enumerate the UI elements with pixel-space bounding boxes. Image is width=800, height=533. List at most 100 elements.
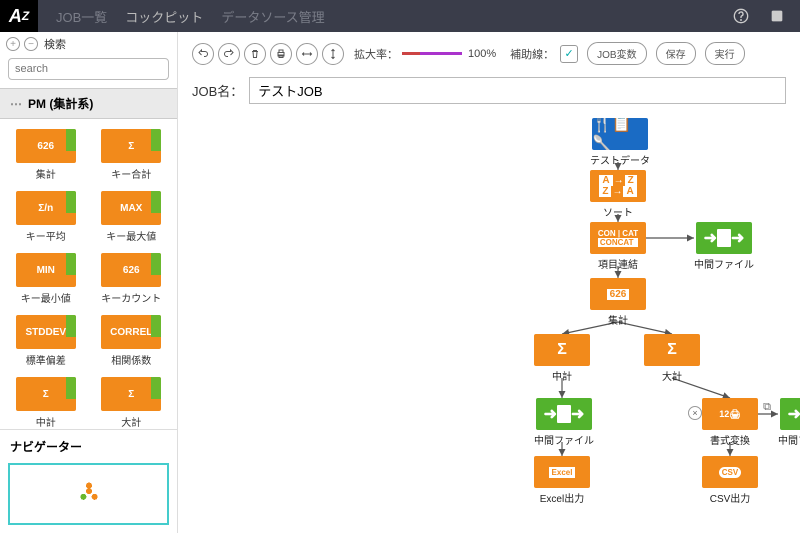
canvas-area: 拡大率： 100% 補助線： ✓ JOB変数 保存 実行 JOB名： × ⧉ 🍴…: [178, 32, 800, 533]
palette-label-0: 集計: [36, 166, 56, 181]
node-delete-icon[interactable]: ×: [688, 406, 702, 420]
navigator-thumbnail[interactable]: [8, 463, 169, 525]
palette-label-5: キーカウント: [101, 290, 161, 305]
palette-item-6[interactable]: STDDEV 標準偏差: [6, 315, 86, 367]
flow-node-icon-inter-3: ➜➜: [780, 398, 800, 430]
flow-node-label-inter-2: 中間ファイル: [534, 432, 594, 447]
collapse-all-button[interactable]: −: [24, 37, 38, 51]
palette-icon-3: MAX: [101, 191, 161, 225]
help-icon[interactable]: [732, 7, 750, 25]
tab-datasource[interactable]: データソース管理: [221, 7, 324, 26]
flow-node-subtotal[interactable]: Σ 中計: [534, 334, 590, 383]
sidebar: + − 検索 PM (集計系) 626 集計 Σ キー合計 Σ/n キー平均 MAX キー最大…: [0, 32, 178, 533]
node-copy-icon[interactable]: ⧉: [760, 400, 774, 414]
palette-item-8[interactable]: Σ 中計: [6, 377, 86, 429]
palette-label-7: 相関係数: [111, 352, 151, 367]
jobname-row: JOB名：: [178, 71, 800, 110]
search-input[interactable]: [8, 58, 169, 80]
fit-width-button[interactable]: [296, 43, 318, 65]
palette-icon-6: STDDEV: [16, 315, 76, 349]
header-tabs: JOB一覧 コックピット データソース管理: [56, 7, 325, 26]
flow-node-icon-inter-1: ➜➜: [696, 222, 752, 254]
palette-item-7[interactable]: CORREL 相関係数: [92, 315, 172, 367]
palette-label-1: キー合計: [111, 166, 151, 181]
palette-icon-8: Σ: [16, 377, 76, 411]
flow-node-label-sort: ソート: [603, 204, 633, 219]
palette-icon-7: CORREL: [101, 315, 161, 349]
flow-node-icon-grandtotal: Σ: [644, 334, 700, 366]
flow-node-label-concat: 項目連結: [598, 256, 638, 271]
app-logo: AZ: [0, 0, 38, 32]
search-row: + − 検索: [0, 32, 177, 56]
flow-node-concat[interactable]: CON | CATCONCAT 項目連結: [590, 222, 646, 271]
flow-node-excel-out[interactable]: Excel Excel出力: [534, 456, 590, 505]
palette-icon-1: Σ: [101, 129, 161, 163]
palette-item-0[interactable]: 626 集計: [6, 129, 86, 181]
palette-icon-4: MIN: [16, 253, 76, 287]
accordion-title: PM (集計系): [28, 95, 93, 112]
flow-node-icon-csv-out: CSV: [702, 456, 758, 488]
jobname-input[interactable]: [249, 77, 786, 104]
flow-node-inter-1[interactable]: ➜➜中間ファイル: [694, 222, 754, 271]
flow-node-icon-format: 12🖨: [702, 398, 758, 430]
flow-node-inter-3[interactable]: ➜➜ 中間ファイル: [778, 398, 800, 447]
header-right: [732, 7, 786, 25]
palette-icon-5: 626: [101, 253, 161, 287]
zoom-slider[interactable]: [402, 52, 462, 55]
palette-icon-9: Σ: [101, 377, 161, 411]
flow-node-icon-inter-2: ➜➜: [536, 398, 592, 430]
flow-node-icon-excel-out: Excel: [534, 456, 590, 488]
navigator-section: ナビゲーター: [0, 429, 177, 533]
palette-item-2[interactable]: Σ/n キー平均: [6, 191, 86, 243]
flow-node-icon-concat: CON | CATCONCAT: [590, 222, 646, 254]
aux-line-checkbox[interactable]: ✓: [560, 45, 578, 63]
flow-node-test-data[interactable]: 🍴📋🥄 テストデータ: [590, 118, 650, 167]
run-button[interactable]: 実行: [705, 42, 745, 65]
flow-node-label-grandtotal: 大計: [662, 368, 682, 383]
undo-button[interactable]: [192, 43, 214, 65]
flow-node-sort[interactable]: A→ZZ→A ソート: [590, 170, 646, 219]
flow-node-icon-subtotal: Σ: [534, 334, 590, 366]
flow-node-icon-sort: A→ZZ→A: [590, 170, 646, 202]
toolbar: 拡大率： 100% 補助線： ✓ JOB変数 保存 実行: [178, 32, 800, 71]
palette-label-6: 標準偏差: [26, 352, 66, 367]
flow-node-label-format: 書式変換: [710, 432, 750, 447]
navigator-title: ナビゲーター: [8, 434, 169, 459]
tab-cockpit[interactable]: コックピット: [125, 7, 203, 26]
palette-icon-0: 626: [16, 129, 76, 163]
flow-node-label-subtotal: 中計: [552, 368, 572, 383]
palette-icon-2: Σ/n: [16, 191, 76, 225]
flow-node-label-inter-3: 中間ファイル: [778, 432, 800, 447]
accordion-header-pm[interactable]: PM (集計系): [0, 88, 177, 119]
redo-button[interactable]: [218, 43, 240, 65]
flow-node-label-excel-out: Excel出力: [540, 490, 584, 505]
palette-label-4: キー最小値: [21, 290, 71, 305]
palette-label-3: キー最大値: [106, 228, 156, 243]
job-vars-button[interactable]: JOB変数: [587, 42, 646, 65]
flow-node-icon-aggregate: 626: [590, 278, 646, 310]
palette: 626 集計 Σ キー合計 Σ/n キー平均 MAX キー最大値 MIN キー最小値 626 キーカウ…: [0, 119, 177, 429]
expand-all-button[interactable]: +: [6, 37, 20, 51]
palette-label-8: 中計: [36, 414, 56, 429]
palette-item-4[interactable]: MIN キー最小値: [6, 253, 86, 305]
palette-label-2: キー平均: [26, 228, 66, 243]
flow-node-label-test-data: テストデータ: [590, 152, 650, 167]
flow-node-csv-out[interactable]: CSVCSV出力: [702, 456, 758, 505]
flow-node-aggregate[interactable]: 626集計: [590, 278, 646, 327]
app-header: AZ JOB一覧 コックピット データソース管理: [0, 0, 800, 32]
palette-item-1[interactable]: Σ キー合計: [92, 129, 172, 181]
flow-node-format[interactable]: 12🖨 書式変換: [702, 398, 758, 447]
flow-node-inter-2[interactable]: ➜➜ 中間ファイル: [534, 398, 594, 447]
delete-button[interactable]: [244, 43, 266, 65]
palette-item-5[interactable]: 626 キーカウント: [92, 253, 172, 305]
save-button[interactable]: 保存: [656, 42, 696, 65]
settings-icon[interactable]: [768, 7, 786, 25]
print-button[interactable]: [270, 43, 292, 65]
fit-height-button[interactable]: [322, 43, 344, 65]
flow-node-grandtotal[interactable]: Σ 大計: [644, 334, 700, 383]
palette-item-3[interactable]: MAX キー最大値: [92, 191, 172, 243]
flow-canvas[interactable]: × ⧉ 🍴📋🥄 テストデータ A→ZZ→A ソート CON | CATCONCAT 項目連…: [178, 110, 800, 531]
tab-job-list[interactable]: JOB一覧: [56, 7, 107, 26]
flow-node-icon-test-data: 🍴📋🥄: [592, 118, 648, 150]
palette-item-9[interactable]: Σ大計: [92, 377, 172, 429]
